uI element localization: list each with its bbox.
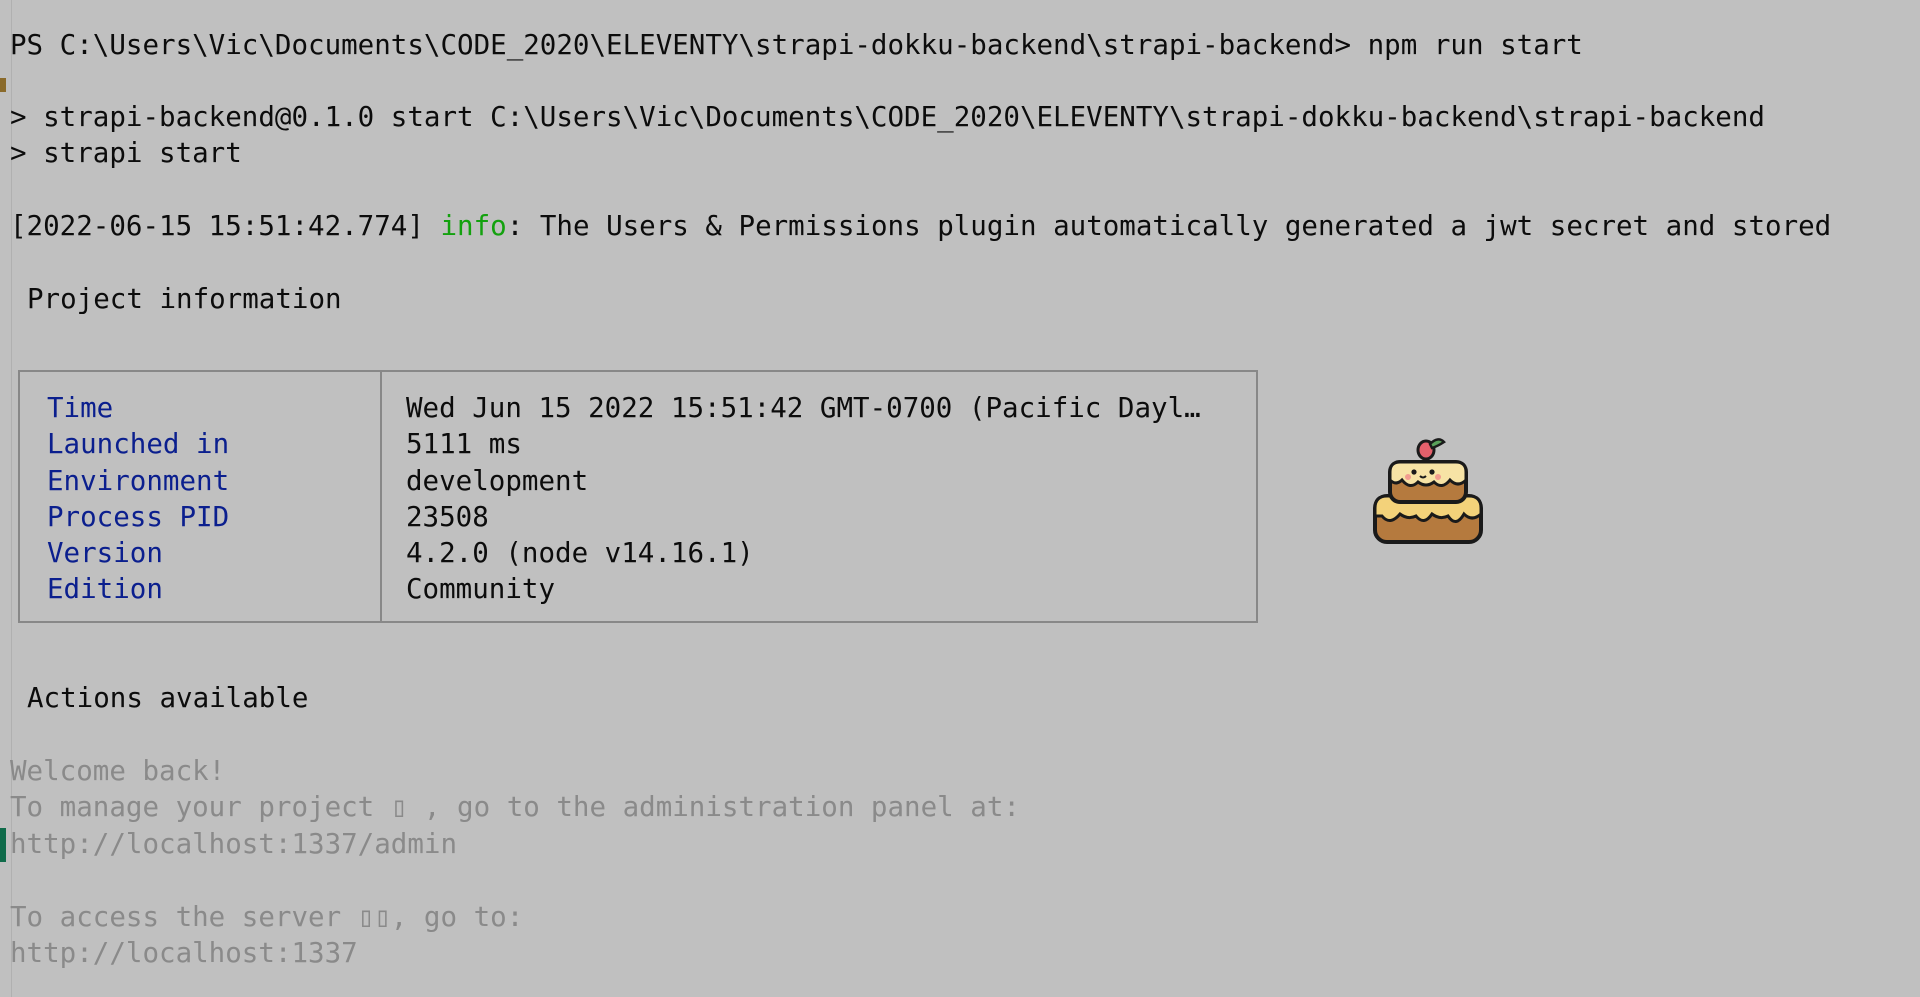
log-separator: :	[506, 210, 524, 242]
info-label-pid: Process PID	[47, 500, 230, 533]
server-hint-text: To access the server ▯▯, go to:	[10, 901, 524, 933]
info-value-edition: Community	[406, 573, 556, 606]
project-info-values: Wed Jun 15 2022 15:51:42 GMT-0700 (Pacif…	[382, 372, 1256, 621]
project-info-table: Time Launched in Environment Process PID…	[18, 370, 1258, 623]
admin-hint-text: To manage your project ▯ , go to the adm…	[10, 791, 1020, 823]
edge-marker-active	[0, 828, 6, 862]
log-message: The Users & Permissions plugin automatic…	[523, 210, 1832, 242]
info-value-launched: 5111 ms	[406, 428, 522, 461]
info-value-pid: 23508	[406, 500, 489, 533]
log-line: [2022-06-15 15:51:42.774] info: The User…	[10, 208, 1831, 244]
welcome-text: Welcome back!	[10, 755, 226, 787]
info-label-version: Version	[47, 537, 163, 570]
prompt-line: PS C:\Users\Vic\Documents\CODE_2020\ELEV…	[10, 29, 1583, 61]
log-timestamp: [2022-06-15 15:51:42.774]	[10, 210, 424, 242]
info-label-time: Time	[47, 392, 114, 424]
info-value-time: Wed Jun 15 2022 15:51:42 GMT-0700 (Pacif…	[406, 392, 1201, 424]
info-value-version: 4.2.0 (node v14.16.1)	[406, 537, 754, 570]
npm-command-line: > strapi start	[10, 137, 242, 169]
info-label-edition: Edition	[47, 573, 163, 606]
project-info-labels: Time Launched in Environment Process PID…	[20, 372, 382, 621]
log-level-info: info	[440, 210, 507, 242]
admin-url-link[interactable]: http://localhost:1337/admin	[10, 826, 457, 862]
info-label-launched: Launched in	[47, 428, 230, 461]
server-url-link[interactable]: http://localhost:1337	[10, 935, 358, 971]
info-value-environment: development	[406, 464, 589, 497]
info-label-environment: Environment	[47, 464, 230, 497]
strapi-cake-mascot-icon	[1368, 436, 1488, 556]
npm-script-line: > strapi-backend@0.1.0 start C:\Users\Vi…	[10, 101, 1765, 133]
actions-heading: Actions available	[27, 682, 309, 714]
project-info-heading: Project information	[27, 283, 342, 315]
edge-marker	[0, 78, 6, 92]
